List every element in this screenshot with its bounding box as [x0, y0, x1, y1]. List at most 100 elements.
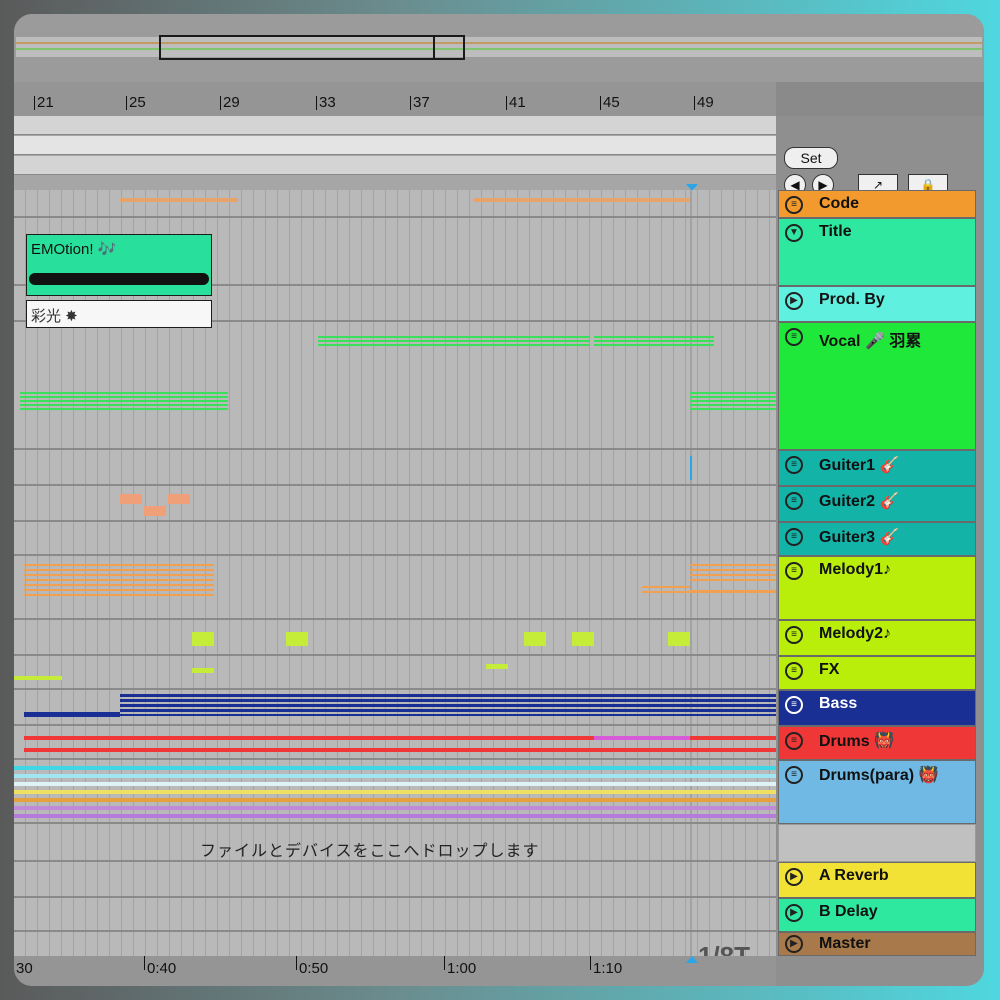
guiter2-clip[interactable] — [168, 494, 190, 504]
waveform — [29, 273, 209, 285]
guiter1-clip[interactable] — [690, 456, 692, 480]
return-header-b-delay[interactable]: ▶ B Delay — [778, 898, 976, 932]
track-header-vocal[interactable]: ≡ Vocal 🎤 羽累 — [778, 322, 976, 450]
fold-track-icon[interactable]: ≡ — [785, 456, 803, 474]
lane-guiter1[interactable] — [14, 450, 776, 486]
track-header-guiter3[interactable]: ≡ Guiter3 🎸 — [778, 522, 976, 556]
beat-ruler[interactable]: 21 25 29 33 37 41 45 49 — [14, 82, 776, 116]
melody2-clip[interactable] — [286, 632, 308, 646]
clip-name: EMOtion! 🎶 — [31, 241, 117, 258]
drums-para-clip[interactable] — [14, 798, 776, 802]
fx-clip[interactable] — [486, 664, 508, 669]
track-header-prod-by[interactable]: ▶ Prod. By — [778, 286, 976, 322]
lane-code[interactable] — [14, 190, 776, 218]
fx-clip[interactable] — [14, 676, 62, 680]
drums-para-clip[interactable] — [14, 806, 776, 810]
bass-clip[interactable] — [24, 712, 120, 717]
fold-track-icon[interactable]: ▶ — [785, 292, 803, 310]
melody1-clip[interactable] — [690, 564, 776, 582]
fold-track-icon[interactable]: ≡ — [785, 732, 803, 750]
lane-guiter3[interactable] — [14, 522, 776, 556]
drums-para-clip[interactable] — [14, 774, 776, 778]
lane-melody2[interactable] — [14, 620, 776, 656]
melody1-clip[interactable] — [24, 564, 214, 598]
fold-track-icon[interactable]: ≡ — [785, 492, 803, 510]
lane-melody1[interactable] — [14, 556, 776, 620]
loop-row[interactable] — [14, 116, 776, 135]
drums-para-clip[interactable] — [14, 782, 776, 786]
track-header-fx[interactable]: ≡ FX — [778, 656, 976, 690]
drop-area-header[interactable] — [778, 824, 976, 862]
fold-track-icon[interactable]: ≡ — [785, 766, 803, 784]
lane-guiter2[interactable] — [14, 486, 776, 522]
time-ruler[interactable]: 30 0:40 0:50 1:00 1:10 — [14, 956, 776, 986]
drums-para-clip[interactable] — [14, 790, 776, 794]
loop-brace-row[interactable] — [14, 136, 776, 155]
lane-drums[interactable] — [14, 726, 776, 760]
track-header-panel: Set ◀ ▶ ↗ 🔒 ≡ Code ▼ Title ▶ Prod. By ≡ … — [776, 116, 984, 956]
fold-track-icon[interactable]: ▼ — [785, 224, 803, 242]
overview-viewport-box[interactable] — [159, 35, 465, 60]
lane-master[interactable] — [14, 932, 776, 956]
track-header-drums[interactable]: ≡ Drums 👹 — [778, 726, 976, 760]
fold-track-icon[interactable]: ≡ — [785, 562, 803, 580]
vocal-clip[interactable] — [318, 336, 590, 346]
track-name: Title — [819, 223, 852, 240]
track-name: Guiter1 🎸 — [819, 457, 900, 474]
melody2-clip[interactable] — [572, 632, 594, 646]
drums-para-clip[interactable] — [14, 766, 776, 770]
track-header-melody1[interactable]: ≡ Melody1♪ — [778, 556, 976, 620]
melody2-clip[interactable] — [192, 632, 214, 646]
melody2-clip[interactable] — [668, 632, 690, 646]
return-header-a-reverb[interactable]: ▶ A Reverb — [778, 862, 976, 898]
fold-track-icon[interactable]: ≡ — [785, 328, 803, 346]
track-header-bass[interactable]: ≡ Bass — [778, 690, 976, 726]
track-header-title[interactable]: ▼ Title — [778, 218, 976, 286]
fold-track-icon[interactable]: ≡ — [785, 528, 803, 546]
track-header-drums-para[interactable]: ≡ Drums(para) 👹 — [778, 760, 976, 824]
guiter2-clip[interactable] — [144, 506, 166, 516]
vocal-clip[interactable] — [594, 336, 714, 346]
play-triangle-icon[interactable]: ▶ — [785, 935, 803, 953]
loop-locator-area[interactable] — [14, 116, 776, 191]
fold-track-icon[interactable]: ≡ — [785, 662, 803, 680]
fold-track-icon[interactable]: ≡ — [785, 626, 803, 644]
melody2-clip[interactable] — [524, 632, 546, 646]
vocal-clip[interactable] — [690, 392, 776, 412]
track-header-melody2[interactable]: ≡ Melody2♪ — [778, 620, 976, 656]
drums-clip[interactable] — [594, 736, 690, 740]
lane-vocal[interactable] — [14, 322, 776, 450]
lane-a-reverb[interactable] — [14, 862, 776, 898]
code-clip[interactable] — [120, 198, 238, 202]
vocal-clip[interactable] — [20, 392, 228, 412]
track-name: Prod. By — [819, 291, 885, 308]
time-label: 30 — [16, 960, 33, 977]
lane-b-delay[interactable] — [14, 898, 776, 932]
track-header-guiter1[interactable]: ≡ Guiter1 🎸 — [778, 450, 976, 486]
overview-bar[interactable] — [14, 14, 984, 82]
melody1-clip[interactable] — [690, 590, 776, 593]
bass-clip[interactable] — [120, 694, 776, 716]
guiter2-clip[interactable] — [120, 494, 142, 504]
drums-clip[interactable] — [24, 748, 776, 752]
lane-fx[interactable] — [14, 656, 776, 690]
play-triangle-icon[interactable]: ▶ — [785, 904, 803, 922]
fx-clip[interactable] — [192, 668, 214, 673]
master-header[interactable]: ▶ Master — [778, 932, 976, 956]
play-triangle-icon[interactable]: ▶ — [785, 868, 803, 886]
track-header-code[interactable]: ≡ Code — [778, 190, 976, 218]
drums-para-clip[interactable] — [14, 814, 776, 818]
melody1-clip[interactable] — [642, 586, 690, 596]
playhead-marker-icon[interactable] — [686, 956, 698, 963]
bar-tick — [506, 96, 507, 110]
time-label: 0:40 — [147, 960, 177, 977]
fold-track-icon[interactable]: ≡ — [785, 196, 803, 214]
code-clip[interactable] — [474, 198, 690, 202]
lane-drums-para[interactable] — [14, 760, 776, 824]
set-locator-button[interactable]: Set — [784, 147, 838, 169]
lane-bass[interactable] — [14, 690, 776, 726]
track-header-guiter2[interactable]: ≡ Guiter2 🎸 — [778, 486, 976, 522]
fold-track-icon[interactable]: ≡ — [785, 696, 803, 714]
track-lanes[interactable]: EMOtion! 🎶 彩光 ✸ ファイルとデバイスをここへドロップします — [14, 190, 776, 971]
locator-row[interactable] — [14, 156, 776, 175]
